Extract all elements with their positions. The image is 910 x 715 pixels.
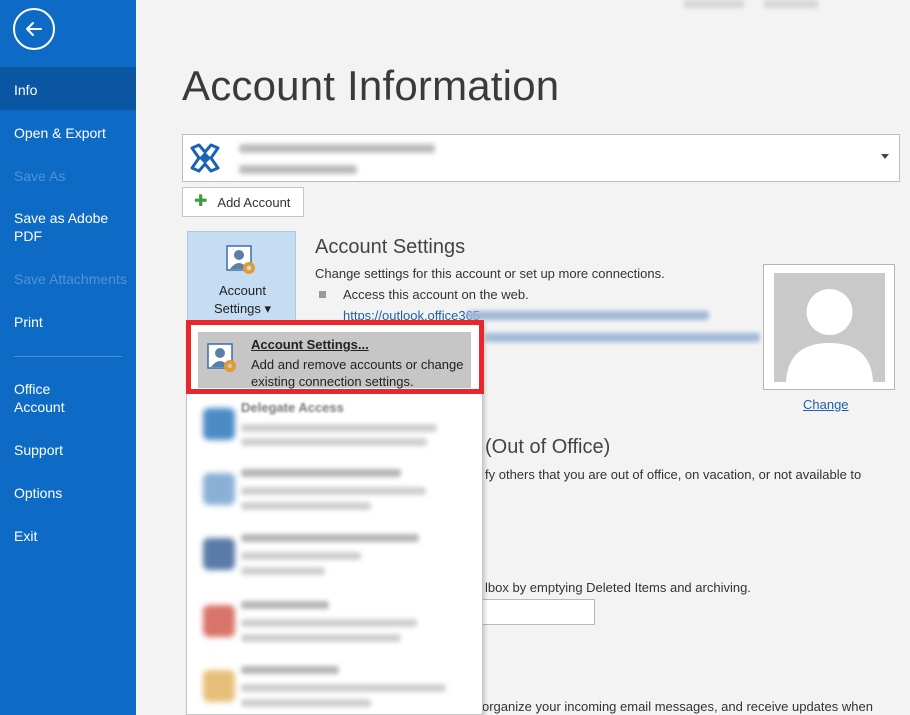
menu-item-account-settings[interactable]: Account Settings... Add and remove accou… [198,332,471,389]
menu-item-blurred[interactable] [198,530,471,590]
nav-label: Options [14,485,63,501]
nav-open-export[interactable]: Open & Export [0,124,136,142]
account-settings-button[interactable]: Account Settings ▾ [187,231,296,321]
mobile-notifications-icon [203,538,235,570]
nav-label: Save Attachments [14,271,127,287]
blurred-account-type-text [239,165,357,174]
rules-description: organize your incoming email messages, a… [482,699,873,714]
menu-item-blurred[interactable] [198,465,471,525]
web-access-text: Access this account on the web. [343,287,529,302]
menu-item-blurred[interactable] [198,597,471,657]
nav-label: Support [14,442,64,458]
nav-label: Office Account [14,381,65,415]
blurred-description [241,438,427,446]
blurred-description [241,684,446,692]
address-book-icon [203,473,235,505]
blurred-email-text [239,144,435,153]
nav-save-as: Save As [0,167,136,185]
blurred-title [241,534,419,542]
nav-print[interactable]: Print [0,313,136,331]
delegate-access-icon [203,408,235,440]
nav-label: Exit [14,528,38,544]
blurred-description [241,567,325,575]
mailbox-cleanup-description: lbox by emptying Deleted Items and archi… [485,580,751,595]
nav-label: Save as Adobe PDF [14,210,109,244]
menu-item-title: Account Settings... [251,337,369,352]
add-account-button[interactable]: ✚ Add Account [182,187,304,217]
nav-options[interactable]: Options [0,484,136,502]
account-selector[interactable] [182,134,900,182]
nav-save-as-adobe-pdf[interactable]: Save as Adobe PDF [0,209,120,245]
nav-label: Print [14,314,43,330]
nav-label: Open & Export [14,125,106,141]
blurred-title-control [764,0,818,8]
menu-item-blurred[interactable] [198,662,471,715]
manage-profiles-icon [203,670,235,702]
account-settings-heading: Account Settings [315,236,466,258]
nav-exit[interactable]: Exit [0,527,136,545]
default-avatar-icon [774,273,885,382]
exchange-logo-icon [189,142,221,174]
back-arrow-icon [26,22,42,36]
blurred-title [241,469,401,477]
chevron-down-icon [881,154,889,159]
nav-label: Save As [14,168,66,184]
automatic-replies-heading: (Out of Office) [485,436,611,458]
backstage-sidebar: Info Open & Export Save As Save as Adobe… [0,0,136,715]
profile-photo-frame [763,264,895,390]
nav-support[interactable]: Support [0,441,136,459]
blurred-title-control [684,0,744,8]
menu-item-description: Add and remove accounts or change existi… [251,357,464,389]
change-photo-link[interactable]: Change [803,397,849,412]
menu-item-delegate-access[interactable]: Delegate Access [198,400,471,460]
outlook-backstage: Info Open & Export Save As Save as Adobe… [0,0,910,715]
plus-icon: ✚ [194,193,208,210]
blurred-description [241,552,361,560]
account-settings-icon [207,343,236,372]
nav-info[interactable]: Info [0,67,136,110]
blurred-description [241,424,437,432]
blurred-title [241,666,339,674]
add-account-label: Add Account [217,194,291,210]
blurred-description [241,699,371,707]
account-settings-dropdown: Account Settings... Add and remove accou… [186,321,483,715]
blurred-description [241,487,426,495]
bullet-icon [319,291,326,298]
nav-save-attachments: Save Attachments [0,270,136,288]
nav-label: Info [14,82,38,98]
page-title: Account Information [182,62,560,109]
blurred-link-text [467,311,709,320]
change-profile-icon [203,605,235,637]
blurred-title [241,601,329,609]
blurred-link-text [485,333,760,342]
blurred-description [241,502,371,510]
account-settings-button-label: Account Settings ▾ [213,283,272,316]
menu-item-title: Delegate Access [241,400,344,415]
back-button[interactable] [13,8,55,50]
mailbox-size-bar [482,599,595,625]
nav-separator [14,356,122,357]
blurred-description [241,634,401,642]
account-settings-description: Change settings for this account or set … [315,266,665,281]
blurred-description [241,619,417,627]
nav-office-account[interactable]: Office Account [0,380,90,416]
automatic-replies-description: fy others that you are out of office, on… [485,467,862,482]
account-settings-icon [226,245,255,274]
